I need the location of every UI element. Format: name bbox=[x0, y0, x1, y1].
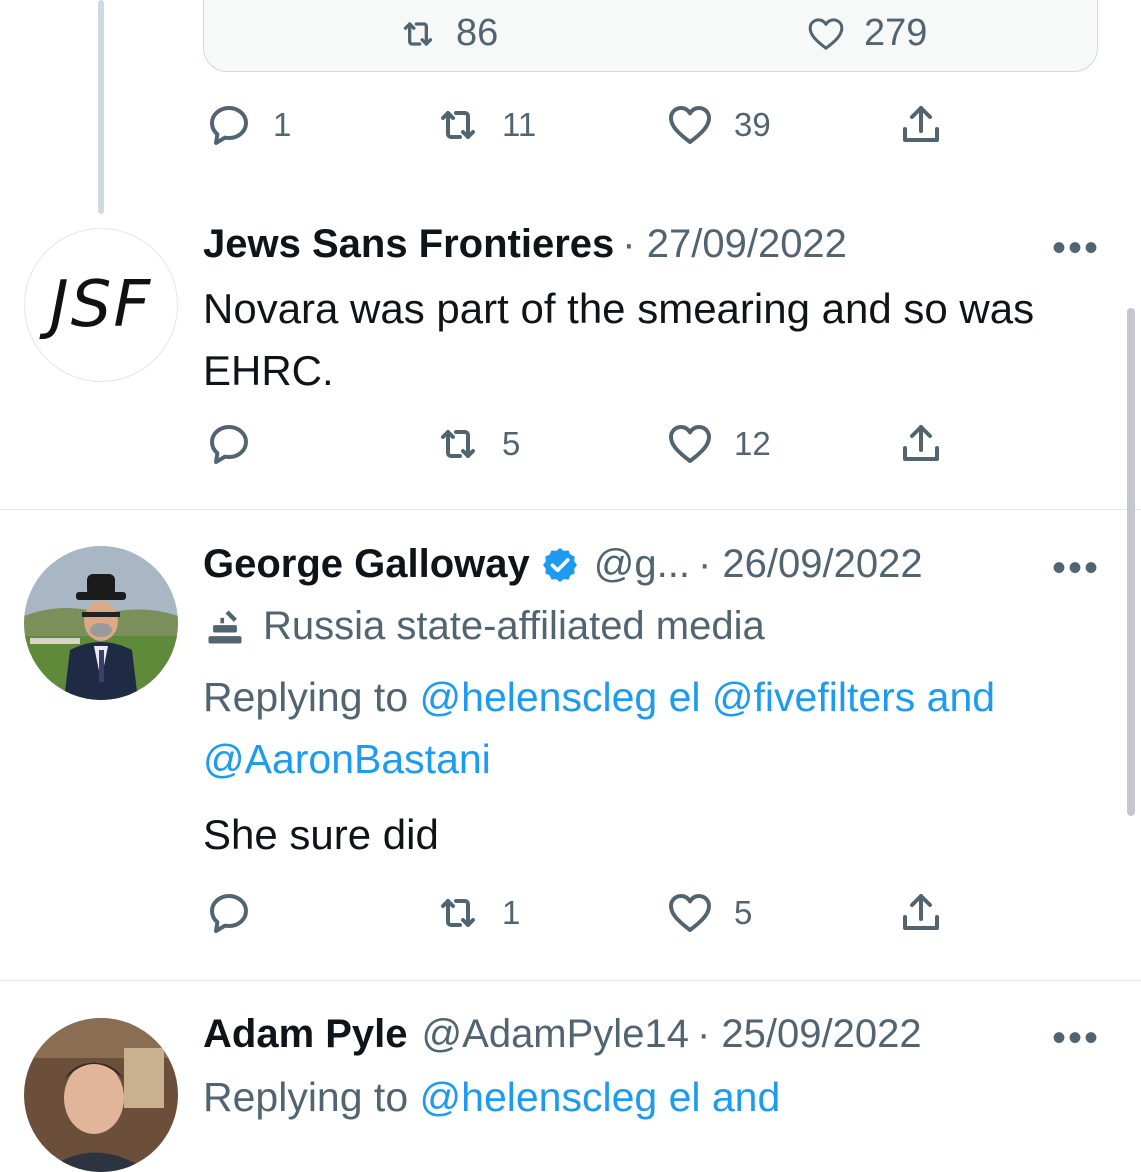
retweet-count: 1 bbox=[502, 894, 521, 931]
retweet-icon bbox=[441, 430, 475, 458]
like-count: 5 bbox=[734, 894, 753, 931]
reply-button[interactable] bbox=[205, 420, 253, 468]
tweet-divider bbox=[0, 509, 1141, 510]
avatar[interactable]: JSF bbox=[24, 228, 178, 382]
tweet-text-line: Novara was part of the smearing and so w… bbox=[203, 285, 1035, 332]
display-name[interactable]: Jews Sans Frontieres bbox=[203, 222, 614, 267]
display-name[interactable]: George Galloway bbox=[203, 542, 530, 587]
share-button[interactable] bbox=[897, 101, 945, 149]
tweet-divider bbox=[0, 980, 1141, 981]
share-icon bbox=[903, 106, 939, 142]
retweet-count: 11 bbox=[502, 106, 537, 143]
retweet-icon bbox=[403, 21, 433, 46]
avatar[interactable] bbox=[24, 1018, 178, 1172]
retweet-button[interactable]: 5 bbox=[434, 420, 520, 468]
tweet-header: Adam Pyle @AdamPyle14 · 25/09/2022 bbox=[203, 1012, 922, 1057]
share-button[interactable] bbox=[897, 420, 945, 468]
retweet-count: 5 bbox=[502, 425, 521, 462]
like-button[interactable]: 39 bbox=[666, 101, 771, 149]
tweet-text: Novara was part of the smearing and so w… bbox=[203, 278, 1034, 402]
avatar[interactable] bbox=[24, 546, 178, 700]
tweet-header: Jews Sans Frontieres · 27/09/2022 bbox=[203, 222, 847, 267]
reply-button[interactable] bbox=[205, 889, 253, 937]
tweet-text: She sure did bbox=[203, 811, 439, 858]
retweet-button[interactable]: 11 bbox=[434, 101, 536, 149]
reply-icon bbox=[210, 894, 248, 933]
replying-to-label: Replying to bbox=[203, 1074, 409, 1120]
heart-icon bbox=[669, 106, 711, 144]
scrollbar[interactable] bbox=[1127, 308, 1135, 816]
like-button[interactable]: 5 bbox=[666, 889, 752, 937]
share-icon bbox=[903, 425, 939, 461]
tweet-text-line: EHRC. bbox=[203, 347, 334, 394]
thread-line bbox=[98, 0, 104, 214]
more-options-icon[interactable]: ••• bbox=[1052, 546, 1100, 591]
more-options-icon[interactable]: ••• bbox=[1052, 1016, 1100, 1061]
tweet-date[interactable]: · 27/09/2022 bbox=[622, 222, 847, 267]
mention-link[interactable]: @helenscleg el and bbox=[420, 1074, 781, 1120]
mention-link[interactable]: @fivefilters and bbox=[712, 674, 995, 720]
state-media-icon bbox=[208, 610, 242, 643]
replying-to: Replying to @helenscleg el and bbox=[203, 1066, 780, 1128]
share-icon bbox=[903, 894, 939, 930]
tweet-header: George Galloway @g... · 26/09/2022 bbox=[203, 542, 923, 587]
handle[interactable]: @AdamPyle14 bbox=[422, 1012, 689, 1057]
state-media-text: Russia state-affiliated media bbox=[263, 604, 765, 648]
heart-icon bbox=[669, 425, 711, 463]
retweet-button[interactable]: 1 bbox=[434, 889, 520, 937]
mention-link[interactable]: @AaronBastani bbox=[203, 736, 491, 782]
retweet-icon bbox=[441, 899, 475, 927]
avatar-photo bbox=[24, 1018, 178, 1172]
quoted-like-stat: 279 bbox=[806, 12, 927, 55]
state-media-label[interactable]: Russia state-affiliated media bbox=[203, 604, 765, 649]
handle[interactable]: @g... bbox=[594, 542, 690, 587]
tweet-date[interactable]: · 25/09/2022 bbox=[697, 1012, 922, 1057]
quoted-retweet-stat: 86 bbox=[398, 12, 498, 55]
reply-button[interactable]: 1 bbox=[205, 101, 291, 149]
replying-to: Replying to @helenscleg el @fivefilters … bbox=[203, 666, 995, 790]
like-button[interactable]: 12 bbox=[666, 420, 771, 468]
tweet-date[interactable]: · 26/09/2022 bbox=[698, 542, 923, 587]
reply-icon bbox=[210, 106, 248, 145]
replying-to-label: Replying to bbox=[203, 674, 409, 720]
quoted-like-count: 279 bbox=[864, 12, 928, 54]
heart-icon bbox=[808, 17, 844, 50]
avatar-logo-text: JSF bbox=[49, 268, 153, 342]
like-count: 12 bbox=[734, 425, 771, 462]
display-name[interactable]: Adam Pyle bbox=[203, 1012, 408, 1057]
retweet-icon bbox=[441, 111, 475, 139]
reply-icon bbox=[210, 425, 248, 464]
verified-badge-icon bbox=[542, 547, 577, 582]
quoted-retweet-count: 86 bbox=[456, 12, 499, 54]
more-options-icon[interactable]: ••• bbox=[1052, 226, 1100, 271]
mention-link[interactable]: @helenscleg el bbox=[420, 674, 701, 720]
like-count: 39 bbox=[734, 106, 771, 143]
share-button[interactable] bbox=[897, 889, 945, 937]
quoted-tweet-card[interactable] bbox=[203, 0, 1098, 72]
heart-icon bbox=[669, 894, 711, 932]
avatar-photo bbox=[24, 546, 178, 700]
reply-count: 1 bbox=[273, 106, 292, 143]
